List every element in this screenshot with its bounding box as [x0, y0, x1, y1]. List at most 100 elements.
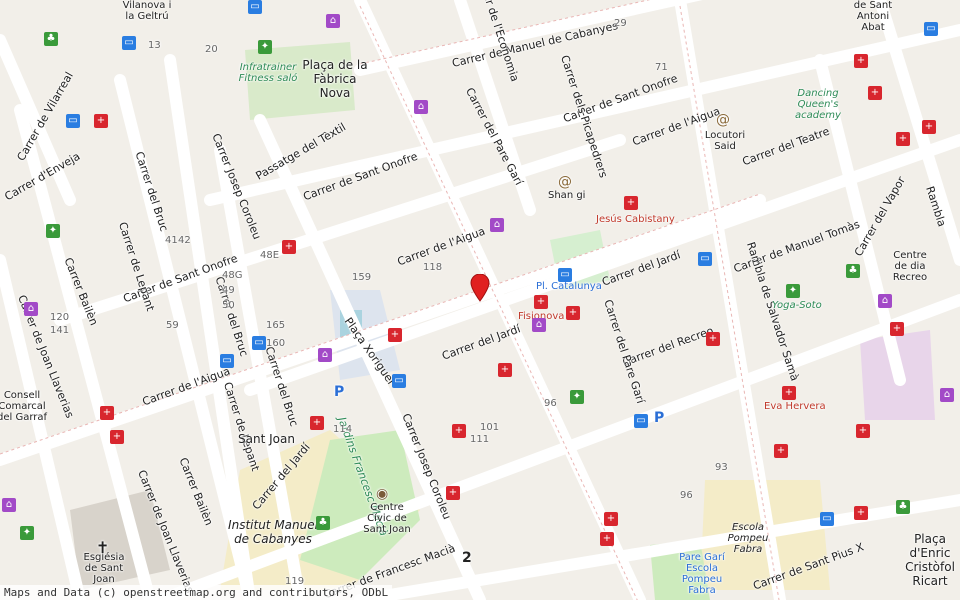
pharmacy-icon[interactable]: +	[624, 196, 638, 210]
place-label: Dancing Queen's academy	[795, 88, 841, 121]
shopping-cart-icon[interactable]: ⌂	[878, 294, 892, 308]
pharmacy-icon[interactable]: +	[110, 430, 124, 444]
house-number: 59	[166, 320, 179, 331]
house-number: 49	[222, 285, 235, 296]
house-number: 111	[470, 434, 490, 445]
place-label: Eva Hervera	[764, 401, 826, 412]
bus-stop-icon[interactable]: ▭	[122, 36, 136, 50]
shopping-cart-icon[interactable]: ⌂	[532, 318, 546, 332]
pharmacy-icon[interactable]: +	[854, 506, 868, 520]
pharmacy-icon[interactable]: +	[100, 406, 114, 420]
pharmacy-icon[interactable]: +	[774, 444, 788, 458]
pharmacy-icon[interactable]: +	[856, 424, 870, 438]
bus-stop-icon[interactable]: ▭	[220, 354, 234, 368]
pharmacy-icon[interactable]: +	[922, 120, 936, 134]
map-canvas[interactable]: Carrer de Manuel de Cabanyes Carrer de S…	[0, 0, 960, 600]
bus-stop-icon[interactable]: ▭	[820, 512, 834, 526]
fitness-icon[interactable]: ✦	[786, 284, 800, 298]
shopping-cart-icon[interactable]: ⌂	[2, 498, 16, 512]
bus-stop-icon[interactable]: ▭	[924, 22, 938, 36]
bus-stop-icon[interactable]: ▭	[248, 0, 262, 14]
pharmacy-icon[interactable]: +	[498, 363, 512, 377]
fitness-icon[interactable]: ✦	[570, 390, 584, 404]
place-label: Centre Cívic de Sant Joan	[363, 502, 411, 535]
shopping-cart-icon[interactable]: ⌂	[24, 302, 38, 316]
pharmacy-icon[interactable]: +	[446, 486, 460, 500]
pharmacy-icon[interactable]: +	[782, 386, 796, 400]
bus-stop-icon[interactable]: ▭	[634, 414, 648, 428]
map-attribution[interactable]: Maps and Data (c) openstreetmap.org and …	[0, 585, 393, 600]
pharmacy-icon[interactable]: +	[388, 328, 402, 342]
house-number: 29	[614, 18, 627, 29]
pharmacy-icon[interactable]: +	[896, 132, 910, 146]
house-number: 96	[680, 490, 693, 501]
place-label: Locutori Said	[704, 130, 746, 152]
place-label: de Sant Antoni Abat	[853, 0, 893, 33]
house-number: 96	[544, 398, 557, 409]
parking-icon[interactable]: P	[334, 384, 344, 400]
house-number: 93	[715, 462, 728, 473]
house-number: 41	[165, 235, 178, 246]
bus-stop-icon[interactable]: ▭	[66, 114, 80, 128]
place-label: Shan gi	[548, 190, 586, 201]
fitness-icon[interactable]: ✦	[20, 526, 34, 540]
shopping-cart-icon[interactable]: ⌂	[414, 100, 428, 114]
house-number: 20	[205, 44, 218, 55]
place-label: Pl. Catalunya	[536, 281, 602, 292]
playground-icon[interactable]: ♣	[846, 264, 860, 278]
bus-stop-icon[interactable]: ▭	[558, 268, 572, 282]
place-label: Sant Joan	[238, 432, 295, 446]
place-label: Plaça de la Fàbrica Nova	[302, 58, 368, 100]
pharmacy-icon[interactable]: +	[868, 86, 882, 100]
bus-stop-icon[interactable]: ▭	[698, 252, 712, 266]
internet-cafe-icon[interactable]: @	[716, 112, 730, 128]
pharmacy-icon[interactable]: +	[94, 114, 108, 128]
place-label: Institut Manuel de Cabanyes	[228, 518, 318, 546]
shopping-cart-icon[interactable]: ⌂	[318, 348, 332, 362]
pharmacy-icon[interactable]: +	[890, 322, 904, 336]
shopping-cart-icon[interactable]: ⌂	[940, 388, 954, 402]
place-label: Infratrainer Fitness saló	[238, 62, 298, 84]
pharmacy-icon[interactable]: +	[452, 424, 466, 438]
playground-icon[interactable]: ♣	[44, 32, 58, 46]
house-number: 114	[333, 424, 353, 435]
house-number: 13	[148, 40, 161, 51]
place-label: Pare Garí Escola Pompeu Fabra	[679, 552, 725, 596]
pharmacy-icon[interactable]: +	[706, 332, 720, 346]
house-number: 50	[222, 300, 235, 311]
shopping-cart-icon[interactable]: ⌂	[490, 218, 504, 232]
bus-stop-icon[interactable]: ▭	[392, 374, 406, 388]
house-number: 118	[423, 262, 443, 273]
house-number: 101	[480, 422, 500, 433]
church-icon[interactable]: ✝	[96, 538, 109, 557]
house-number: 159	[352, 272, 372, 283]
place-label: Vilanova i la Geltrú	[122, 0, 172, 22]
pharmacy-icon[interactable]: +	[566, 306, 580, 320]
pharmacy-icon[interactable]: +	[310, 416, 324, 430]
house-number: 120	[50, 312, 70, 323]
house-number: 48E	[260, 250, 280, 261]
location-pin-icon[interactable]	[470, 274, 490, 302]
traffic-signals-icon: 2	[462, 550, 472, 566]
house-number: 141	[50, 325, 70, 336]
playground-icon[interactable]: ♣	[316, 516, 330, 530]
pharmacy-icon[interactable]: +	[534, 295, 548, 309]
playground-icon[interactable]: ♣	[896, 500, 910, 514]
shopping-cart-icon[interactable]: ⌂	[326, 14, 340, 28]
pharmacy-icon[interactable]: +	[854, 54, 868, 68]
pharmacy-icon[interactable]: +	[282, 240, 296, 254]
place-label: Consell Comarcal del Garraf	[0, 390, 48, 423]
house-number: 42	[178, 235, 191, 246]
house-number: 48G	[222, 270, 243, 281]
pharmacy-icon[interactable]: +	[604, 512, 618, 526]
pharmacy-icon[interactable]: +	[600, 532, 614, 546]
bus-stop-icon[interactable]: ▭	[252, 336, 266, 350]
arts-centre-icon[interactable]: ◉	[376, 486, 388, 502]
house-number: 71	[655, 62, 668, 73]
place-label: Escola Pompeu Fabra	[727, 522, 769, 555]
internet-cafe-icon[interactable]: @	[558, 174, 572, 190]
house-number: 165	[266, 320, 286, 331]
parking-icon[interactable]: P	[654, 410, 664, 426]
fitness-icon[interactable]: ✦	[46, 224, 60, 238]
fitness-icon[interactable]: ✦	[258, 40, 272, 54]
